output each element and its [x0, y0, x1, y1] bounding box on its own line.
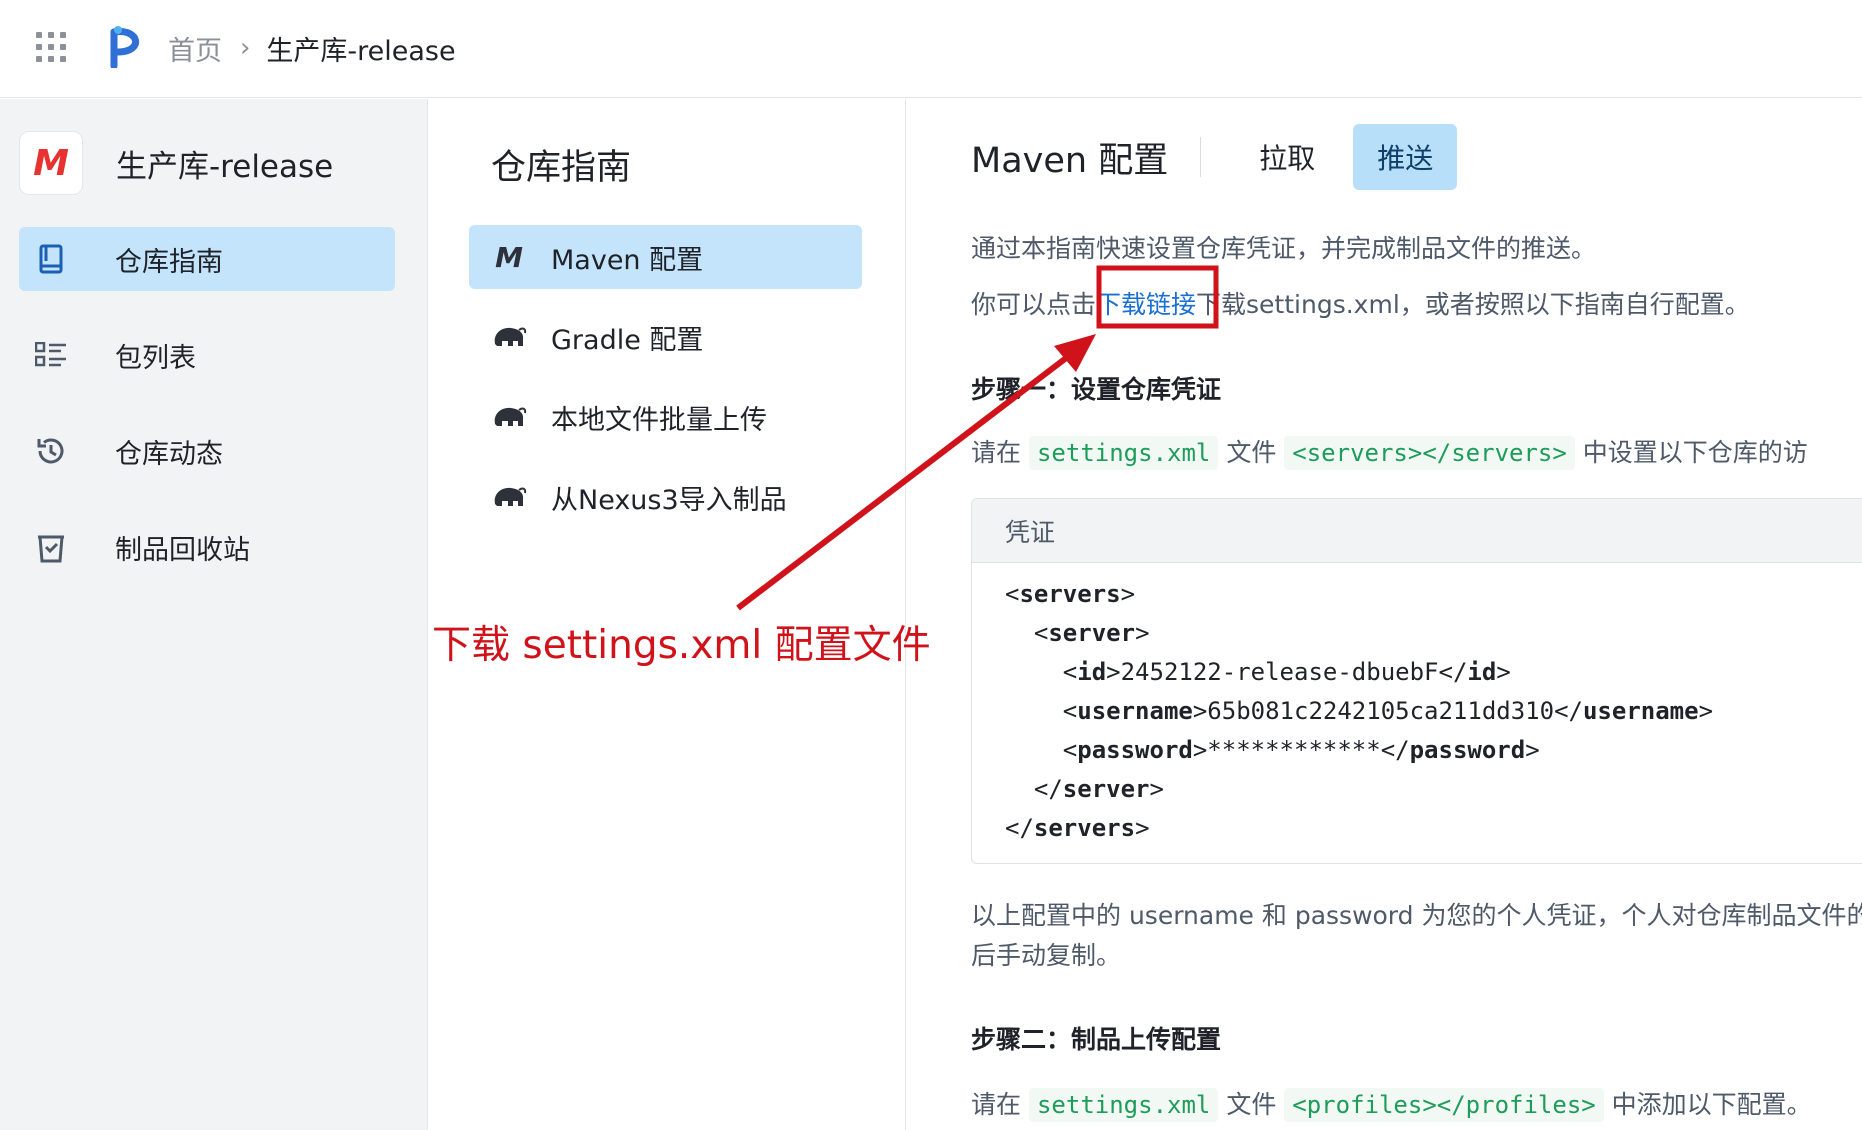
guide-item-local-upload[interactable]: 本地文件批量上传: [469, 385, 862, 449]
repo-avatar: M: [19, 131, 83, 195]
intro-download-text: 你可以点击下载链接下载settings.xml，或者按照以下指南自行配置。: [971, 285, 1750, 321]
guide-item-gradle[interactable]: Gradle 配置: [469, 305, 862, 369]
recycle-bin-icon: [19, 531, 83, 563]
step1-title: 步骤一：设置仓库凭证: [971, 375, 1222, 404]
annotation-label: 下载 settings.xml 配置文件: [432, 623, 931, 668]
sidebar-item-label: 制品回收站: [115, 534, 250, 566]
guide-item-label: Gradle 配置: [551, 324, 704, 356]
guide-item-label: Maven 配置: [551, 244, 704, 276]
apps-grid-icon[interactable]: [36, 32, 66, 62]
step2-text-c: 中添加以下配置。: [1611, 1090, 1812, 1119]
main-content: Maven 配置 拉取 推送 通过本指南快速设置仓库凭证，并完成制品文件的推送。…: [907, 99, 1862, 1130]
tab-pull[interactable]: 拉取: [1235, 124, 1339, 190]
breadcrumb-home-link[interactable]: 首页: [168, 29, 222, 68]
step2-title: 步骤二：制品上传配置: [971, 1025, 1222, 1054]
step1-text-b: 文件: [1226, 438, 1277, 467]
inline-code-profiles: <profiles></profiles>: [1284, 1088, 1604, 1122]
page-title: Maven 配置: [971, 140, 1169, 181]
step2-text-a: 请在: [971, 1090, 1022, 1119]
credentials-code-box: 凭证 <servers> <server> <id>2452122-releas…: [971, 498, 1862, 864]
note-line-1: 以上配置中的 username 和 password 为您的个人凭证，个人对仓库…: [971, 901, 1862, 930]
note-line-2: 后手动复制。: [971, 941, 1122, 970]
guide-item-label: 从Nexus3导入制品: [551, 484, 787, 516]
content-header: Maven 配置 拉取 推送: [971, 124, 1471, 190]
history-icon: [19, 435, 83, 467]
sidebar-item-guide[interactable]: 仓库指南: [19, 227, 395, 291]
inline-code-settings-xml: settings.xml: [1028, 436, 1219, 470]
sidebar-item-recycle-bin[interactable]: 制品回收站: [19, 515, 395, 579]
book-icon: [19, 244, 83, 274]
intro-text-after: 下载settings.xml，或者按照以下指南自行配置。: [1196, 290, 1750, 319]
intro-text-before: 你可以点击: [971, 290, 1097, 319]
product-logo-icon[interactable]: [110, 26, 146, 68]
guide-item-nexus-import[interactable]: 从Nexus3导入制品: [469, 465, 862, 529]
chevron-right-icon: ›: [240, 33, 251, 63]
download-link[interactable]: 下载链接: [1096, 290, 1196, 319]
inline-code-servers: <servers></servers>: [1284, 436, 1575, 470]
gradle-elephant-icon: [469, 404, 549, 430]
guide-item-maven[interactable]: M Maven 配置: [469, 225, 862, 289]
step1-text-a: 请在: [971, 438, 1022, 467]
inline-code-settings-xml-2: settings.xml: [1028, 1088, 1219, 1122]
breadcrumb-current: 生产库-release: [266, 35, 456, 67]
step2-text: 请在 settings.xml 文件 <profiles></profiles>…: [971, 1085, 1812, 1122]
guide-title: 仓库指南: [491, 148, 632, 188]
breadcrumb: 首页 › 生产库-release: [168, 28, 456, 68]
maven-icon: M: [495, 240, 523, 274]
step2-text-b: 文件: [1226, 1090, 1277, 1119]
top-bar: 首页 › 生产库-release: [0, 0, 1862, 98]
sidebar-item-label: 仓库指南: [115, 246, 223, 278]
step1-text: 请在 settings.xml 文件 <servers></servers> 中…: [971, 433, 1808, 470]
sidebar-item-label: 包列表: [115, 342, 196, 374]
sidebar-item-label: 仓库动态: [115, 438, 223, 470]
code-block[interactable]: <servers> <server> <id>2452122-release-d…: [972, 563, 1862, 848]
sidebar-item-packages[interactable]: 包列表: [19, 323, 395, 387]
repo-header: M 生产库-release: [19, 131, 333, 195]
header-divider: [1200, 137, 1202, 177]
guide-item-label: 本地文件批量上传: [551, 404, 767, 436]
sidebar-item-activity[interactable]: 仓库动态: [19, 419, 395, 483]
code-box-title: 凭证: [972, 499, 1862, 563]
gradle-elephant-icon: [469, 324, 549, 350]
list-icon: [19, 342, 83, 368]
sidebar: M 生产库-release 仓库指南 包列表 仓库动态 制品回收站: [0, 99, 428, 1130]
gradle-elephant-icon: [469, 484, 549, 510]
intro-text: 通过本指南快速设置仓库凭证，并完成制品文件的推送。: [971, 234, 1597, 263]
repo-name: 生产库-release: [116, 148, 334, 185]
tab-push[interactable]: 推送: [1353, 124, 1458, 190]
step1-text-c: 中设置以下仓库的访: [1582, 438, 1808, 467]
